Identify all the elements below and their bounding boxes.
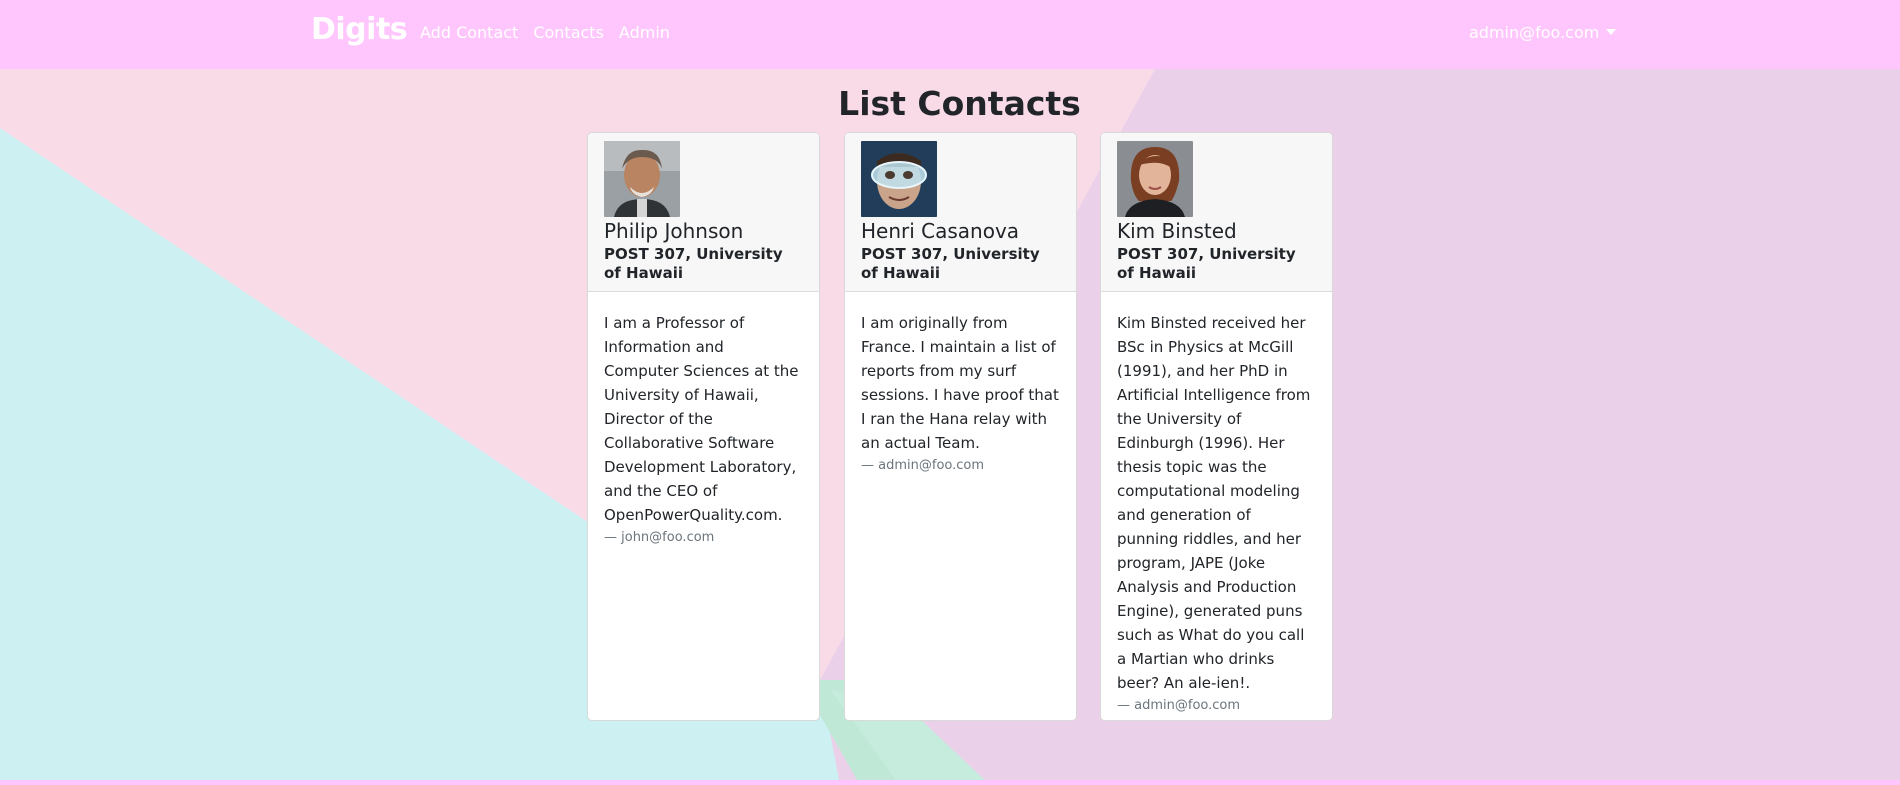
user-email: admin@foo.com bbox=[1469, 23, 1600, 42]
contact-card: Philip Johnson POST 307, University of H… bbox=[587, 132, 820, 721]
card-header: Philip Johnson POST 307, University of H… bbox=[588, 133, 819, 292]
contact-name: Philip Johnson bbox=[604, 219, 744, 243]
footer-strip bbox=[0, 780, 1900, 785]
contact-address: POST 307, University of Hawaii bbox=[1117, 245, 1296, 282]
page-title: List Contacts bbox=[838, 84, 1081, 123]
card-header: Henri Casanova POST 307, University of H… bbox=[845, 133, 1076, 292]
contact-card: Henri Casanova POST 307, University of H… bbox=[844, 132, 1077, 721]
avatar bbox=[861, 141, 937, 217]
contact-owner: — admin@foo.com bbox=[1117, 698, 1241, 713]
contact-owner: — john@foo.com bbox=[604, 530, 715, 545]
chevron-down-icon bbox=[1606, 28, 1617, 35]
nav-add-contact-link[interactable]: Add Contact bbox=[420, 23, 518, 42]
contact-description: I am a Professor of Information and Comp… bbox=[604, 314, 799, 524]
contact-name: Kim Binsted bbox=[1117, 219, 1237, 243]
card-body: Kim Binsted received her BSc in Physics … bbox=[1101, 292, 1332, 720]
user-dropdown[interactable]: admin@foo.com bbox=[1469, 23, 1617, 42]
avatar bbox=[604, 141, 680, 217]
contact-description: I am originally from France. I maintain … bbox=[861, 314, 1059, 452]
contact-description: Kim Binsted received her BSc in Physics … bbox=[1117, 314, 1311, 692]
top-navbar: Digits Add Contact Contacts Admin admin@… bbox=[0, 0, 1900, 69]
contact-card: Kim Binsted POST 307, University of Hawa… bbox=[1100, 132, 1333, 721]
contact-address: POST 307, University of Hawaii bbox=[861, 245, 1040, 282]
card-body: I am originally from France. I maintain … bbox=[845, 292, 1076, 491]
brand-logo-link[interactable]: Digits bbox=[311, 12, 408, 47]
contact-owner: — admin@foo.com bbox=[861, 458, 985, 473]
avatar bbox=[1117, 141, 1193, 217]
card-body: I am a Professor of Information and Comp… bbox=[588, 292, 819, 563]
contact-name: Henri Casanova bbox=[861, 219, 1020, 243]
nav-admin-link[interactable]: Admin bbox=[619, 23, 670, 42]
contact-address: POST 307, University of Hawaii bbox=[604, 245, 783, 282]
nav-links: Add Contact Contacts Admin bbox=[420, 23, 670, 42]
nav-contacts-link[interactable]: Contacts bbox=[533, 23, 604, 42]
card-header: Kim Binsted POST 307, University of Hawa… bbox=[1101, 133, 1332, 292]
